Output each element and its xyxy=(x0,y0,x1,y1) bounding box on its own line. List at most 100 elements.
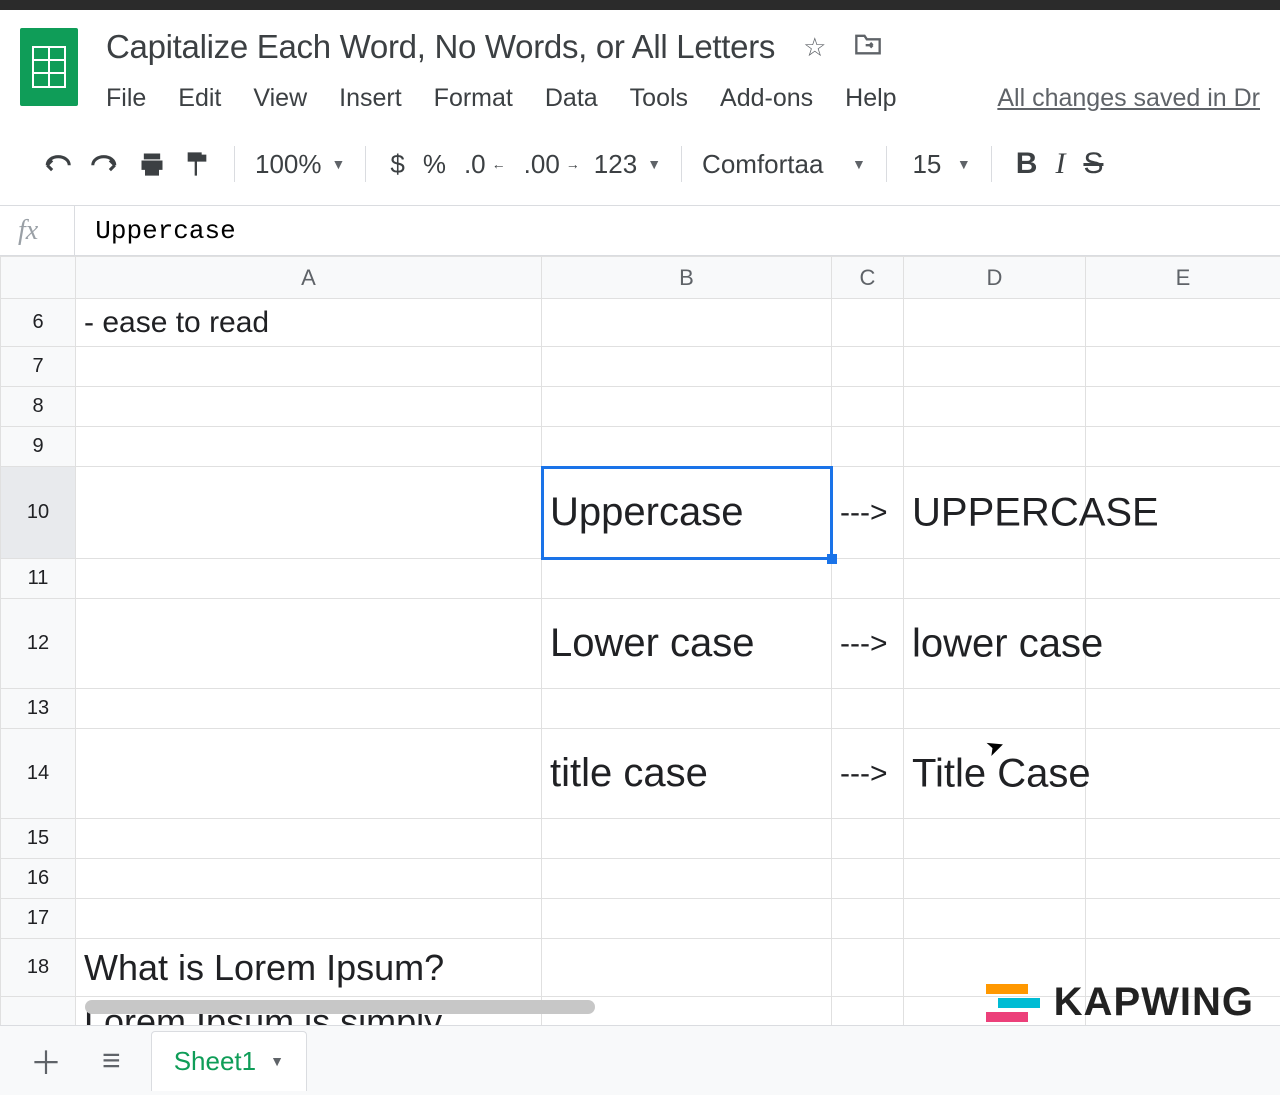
select-all-corner[interactable] xyxy=(1,257,76,299)
star-icon[interactable]: ☆ xyxy=(803,32,826,63)
cell[interactable] xyxy=(832,819,904,859)
row-header[interactable]: 18 xyxy=(1,939,76,997)
cell[interactable]: Title Case xyxy=(904,729,1086,819)
italic-button[interactable]: I xyxy=(1051,145,1069,183)
menu-edit[interactable]: Edit xyxy=(178,84,221,113)
row-header[interactable]: 16 xyxy=(1,859,76,899)
cell[interactable] xyxy=(832,859,904,899)
menu-data[interactable]: Data xyxy=(545,84,598,113)
cell[interactable] xyxy=(542,347,832,387)
cell[interactable] xyxy=(76,859,542,899)
cell[interactable] xyxy=(904,299,1086,347)
cell[interactable] xyxy=(1086,819,1280,859)
cell[interactable] xyxy=(542,387,832,427)
formula-input[interactable] xyxy=(75,206,1280,255)
currency-format-button[interactable]: $ xyxy=(386,147,408,182)
cell[interactable] xyxy=(1086,729,1280,819)
cell[interactable] xyxy=(1086,859,1280,899)
row-header[interactable]: 14 xyxy=(1,729,76,819)
decrease-decimal-button[interactable]: .0← xyxy=(460,147,510,182)
cell[interactable] xyxy=(76,689,542,729)
cell[interactable] xyxy=(76,559,542,599)
cell[interactable] xyxy=(542,859,832,899)
cell[interactable] xyxy=(1086,899,1280,939)
cell[interactable]: Uppercase xyxy=(542,467,832,559)
sheet-tab-menu-icon[interactable]: ▼ xyxy=(270,1053,284,1069)
cell[interactable]: UPPERCASE xyxy=(904,467,1086,559)
print-button[interactable] xyxy=(134,149,170,179)
cell[interactable] xyxy=(832,347,904,387)
cell[interactable]: ---> xyxy=(832,467,904,559)
row-header[interactable]: 8 xyxy=(1,387,76,427)
cell[interactable] xyxy=(904,347,1086,387)
cell[interactable] xyxy=(542,427,832,467)
row-header[interactable]: 9 xyxy=(1,427,76,467)
horizontal-scrollbar[interactable] xyxy=(85,1000,595,1014)
cell[interactable] xyxy=(1086,427,1280,467)
cell[interactable]: title case xyxy=(542,729,832,819)
cell[interactable] xyxy=(542,819,832,859)
cell[interactable] xyxy=(832,387,904,427)
spreadsheet-grid[interactable]: A B C D E 6- ease to read78910Uppercase-… xyxy=(0,256,1280,1089)
cell[interactable] xyxy=(832,939,904,997)
row-header[interactable]: 11 xyxy=(1,559,76,599)
cell[interactable] xyxy=(832,689,904,729)
increase-decimal-button[interactable]: .00→ xyxy=(520,147,584,182)
cell[interactable] xyxy=(76,819,542,859)
cell[interactable]: ---> xyxy=(832,729,904,819)
save-status[interactable]: All changes saved in Dr xyxy=(997,84,1260,113)
cell[interactable]: Lower case xyxy=(542,599,832,689)
menu-addons[interactable]: Add-ons xyxy=(720,84,813,113)
row-header[interactable]: 12 xyxy=(1,599,76,689)
menu-tools[interactable]: Tools xyxy=(630,84,688,113)
row-header[interactable]: 17 xyxy=(1,899,76,939)
font-family-dropdown[interactable]: Comfortaa▼ xyxy=(702,149,866,180)
cell[interactable] xyxy=(542,899,832,939)
cell[interactable] xyxy=(832,559,904,599)
cell[interactable] xyxy=(832,427,904,467)
cell[interactable] xyxy=(1086,299,1280,347)
cell[interactable] xyxy=(76,899,542,939)
move-to-folder-icon[interactable] xyxy=(854,32,882,63)
cell[interactable] xyxy=(904,559,1086,599)
row-header[interactable]: 15 xyxy=(1,819,76,859)
cell[interactable] xyxy=(904,689,1086,729)
row-header[interactable]: 6 xyxy=(1,299,76,347)
column-header[interactable]: A xyxy=(76,257,542,299)
cell[interactable] xyxy=(904,859,1086,899)
document-title[interactable]: Capitalize Each Word, No Words, or All L… xyxy=(106,28,775,66)
sheet-tab[interactable]: Sheet1 ▼ xyxy=(151,1031,307,1091)
cell[interactable] xyxy=(76,427,542,467)
all-sheets-button[interactable]: ≡ xyxy=(92,1036,131,1085)
percent-format-button[interactable]: % xyxy=(419,147,450,182)
cell[interactable] xyxy=(904,899,1086,939)
cell[interactable] xyxy=(1086,599,1280,689)
cell[interactable] xyxy=(542,939,832,997)
cell[interactable]: lower case xyxy=(904,599,1086,689)
cell[interactable] xyxy=(542,299,832,347)
cell[interactable] xyxy=(76,729,542,819)
menu-help[interactable]: Help xyxy=(845,84,896,113)
row-header[interactable]: 7 xyxy=(1,347,76,387)
cell[interactable]: ---> xyxy=(832,599,904,689)
paint-format-button[interactable] xyxy=(180,148,214,180)
column-header[interactable]: C xyxy=(832,257,904,299)
column-header[interactable]: D xyxy=(904,257,1086,299)
zoom-dropdown[interactable]: 100%▼ xyxy=(255,149,345,180)
cell[interactable] xyxy=(1086,347,1280,387)
cell[interactable] xyxy=(76,347,542,387)
bold-button[interactable]: B xyxy=(1012,145,1042,183)
menu-view[interactable]: View xyxy=(253,84,307,113)
menu-file[interactable]: File xyxy=(106,84,146,113)
cell[interactable]: What is Lorem Ipsum? xyxy=(76,939,542,997)
column-headers[interactable]: A B C D E xyxy=(1,257,1280,299)
column-header[interactable]: B xyxy=(542,257,832,299)
cell[interactable] xyxy=(904,387,1086,427)
cell[interactable] xyxy=(76,387,542,427)
add-sheet-button[interactable]: ＋ xyxy=(20,1032,72,1090)
redo-button[interactable] xyxy=(86,151,124,177)
cell[interactable]: - ease to read xyxy=(76,299,542,347)
cell[interactable] xyxy=(904,427,1086,467)
menu-format[interactable]: Format xyxy=(434,84,513,113)
cell[interactable] xyxy=(832,899,904,939)
